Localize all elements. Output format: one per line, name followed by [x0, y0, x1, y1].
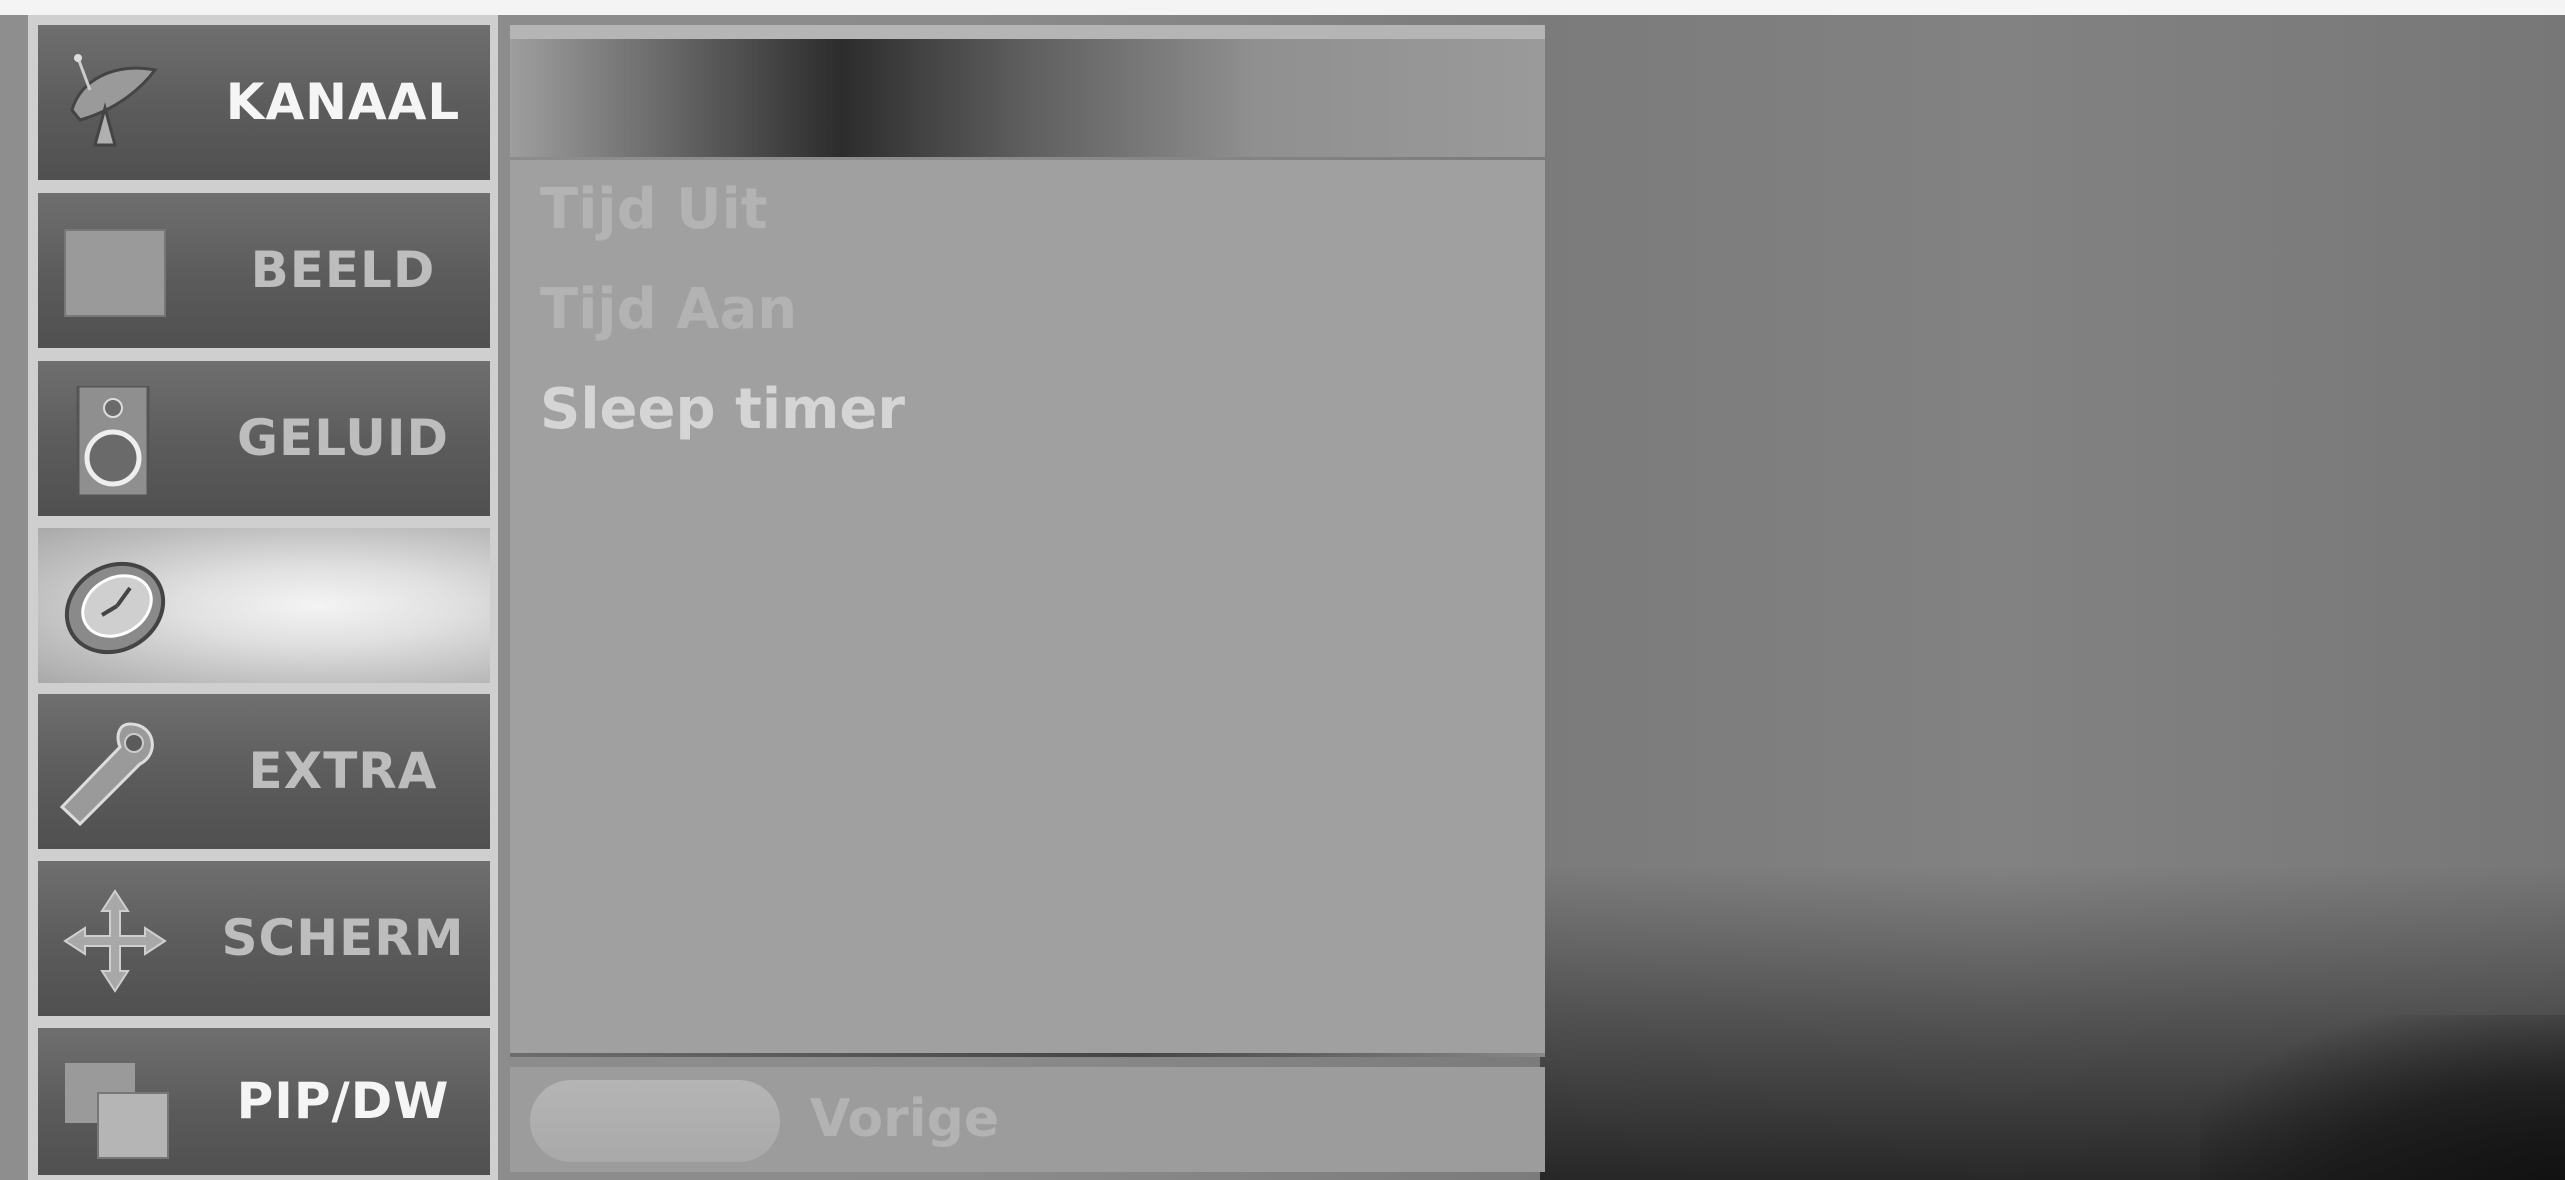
- speaker-icon: [76, 386, 150, 496]
- satellite-dish-icon: [70, 54, 158, 147]
- menu-tab-scherm[interactable]: SCHERM: [38, 861, 490, 1016]
- menu-tab-beeld[interactable]: BEELD: [38, 193, 490, 348]
- submenu-panel: Tijd Uit Tijd Aan Sleep timer: [510, 160, 1545, 1055]
- menu-tab-extra[interactable]: EXTRA: [38, 694, 490, 849]
- tag-icon: [60, 722, 154, 827]
- submenu-header-edge: [510, 25, 1545, 39]
- background-dark-corner: [2200, 1015, 2565, 1180]
- menu-tab-label: EXTRA: [248, 742, 438, 800]
- previous-label: Vorige: [810, 1089, 1000, 1149]
- menu-key-button[interactable]: [530, 1080, 780, 1162]
- menu-tab-label: [208, 528, 478, 683]
- menu-tab-tijd[interactable]: [38, 528, 490, 683]
- menu-tab-label: PIP/DW: [236, 1072, 450, 1130]
- pip-windows-icon: [65, 1063, 169, 1159]
- submenu-header: [510, 25, 1545, 157]
- menu-tab-label: SCHERM: [221, 909, 465, 967]
- menu-tab-pip-dw[interactable]: PIP/DW: [38, 1028, 490, 1175]
- clock-icon: [64, 561, 166, 655]
- menu-tab-kanaal[interactable]: KANAAL: [38, 25, 490, 180]
- menu-tab-geluid[interactable]: GELUID: [38, 361, 490, 516]
- footer-bar: Vorige: [510, 1067, 1545, 1172]
- submenu-item-sleep-timer[interactable]: Sleep timer: [540, 365, 905, 455]
- picture-square-icon: [64, 229, 166, 317]
- move-arrows-icon: [63, 889, 167, 993]
- submenu-item-tijd-aan[interactable]: Tijd Aan: [540, 265, 797, 355]
- menu-tab-label: KANAAL: [225, 73, 461, 131]
- divider: [510, 1053, 1545, 1057]
- menu-tab-label: GELUID: [237, 409, 449, 467]
- submenu-item-tijd-uit[interactable]: Tijd Uit: [540, 165, 768, 255]
- menu-tab-label: BEELD: [250, 241, 436, 299]
